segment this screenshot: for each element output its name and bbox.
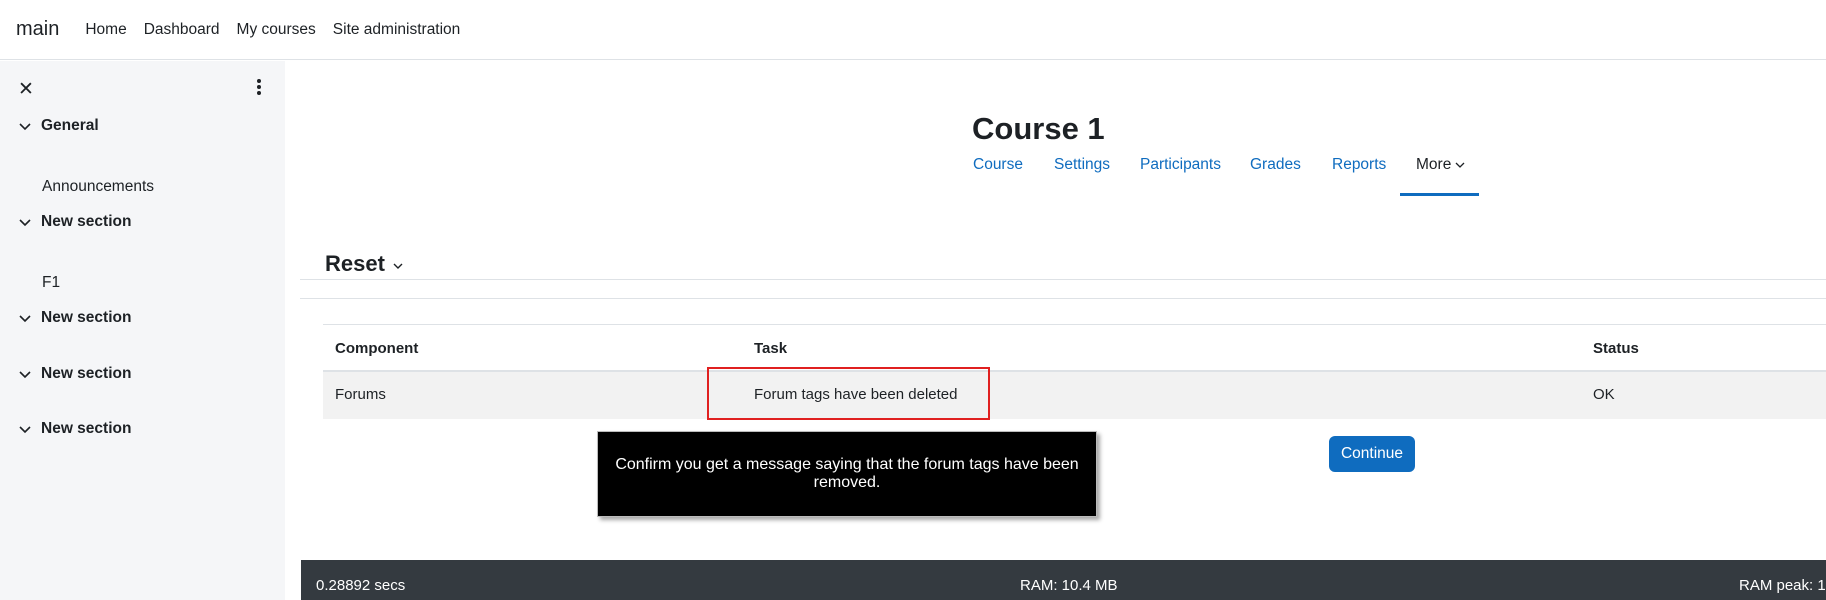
nav-dashboard[interactable]: Dashboard: [144, 21, 220, 39]
chevron-down-icon: [19, 426, 31, 434]
tab-settings[interactable]: Settings: [1054, 156, 1110, 174]
section-new-1[interactable]: New section: [18, 213, 131, 231]
nav-home[interactable]: Home: [85, 21, 126, 39]
section-general[interactable]: General: [18, 117, 99, 135]
activity-announcements[interactable]: Announcements: [42, 178, 154, 196]
section-title: General: [41, 117, 99, 134]
instruction-tooltip: Confirm you get a message saying that th…: [597, 431, 1097, 517]
close-icon[interactable]: ✕: [18, 78, 34, 101]
kebab-menu-icon[interactable]: [254, 77, 264, 97]
nav-my-courses[interactable]: My courses: [237, 21, 316, 39]
column-header-status: Status: [1593, 340, 1639, 357]
cell-status: OK: [1593, 386, 1615, 403]
course-index-drawer: ✕ General Announcements New section F1 N…: [0, 61, 285, 600]
section-new-3[interactable]: New section: [18, 365, 131, 383]
chevron-down-icon: [1455, 162, 1465, 168]
tooltip-text: Confirm you get a message saying that th…: [615, 456, 1079, 491]
column-header-component: Component: [335, 340, 419, 357]
reset-results-table: Component Task Status Forums Forum tags …: [323, 324, 1826, 419]
chevron-down-icon: [393, 263, 403, 269]
column-header-task: Task: [754, 340, 788, 357]
table-header: Component Task Status: [323, 324, 1826, 372]
performance-footer: 0.28892 secs RAM: 10.4 MB RAM peak: 1: [301, 560, 1826, 600]
section-new-4[interactable]: New section: [18, 420, 131, 438]
tab-reports[interactable]: Reports: [1332, 156, 1386, 174]
chevron-down-icon: [19, 219, 31, 227]
table-row: Forums Forum tags have been deleted OK: [323, 372, 1826, 419]
section-title: New section: [41, 309, 132, 326]
reset-heading: Reset: [325, 251, 385, 276]
footer-time: 0.28892 secs: [316, 577, 406, 594]
footer-ram: RAM: 10.4 MB: [1020, 577, 1118, 594]
section-title: New section: [41, 420, 132, 437]
tab-participants[interactable]: Participants: [1140, 156, 1221, 174]
tab-course[interactable]: Course: [973, 156, 1023, 174]
highlight-box: [707, 367, 990, 420]
top-navbar: main Home Dashboard My courses Site admi…: [0, 0, 1826, 60]
tab-grades[interactable]: Grades: [1250, 156, 1301, 174]
reset-heading-dropdown[interactable]: Reset: [325, 251, 403, 277]
section-new-2[interactable]: New section: [18, 309, 131, 327]
main-content: Course 1 Course Settings Participants Gr…: [285, 61, 1826, 600]
tab-more[interactable]: More: [1416, 156, 1465, 174]
site-brand[interactable]: main: [16, 18, 59, 41]
section-title: New section: [41, 213, 132, 230]
section-title: New section: [41, 365, 132, 382]
chevron-down-icon: [19, 371, 31, 379]
chevron-down-icon: [19, 315, 31, 323]
activity-f1[interactable]: F1: [42, 274, 60, 292]
nav-site-administration[interactable]: Site administration: [333, 21, 461, 39]
cell-component: Forums: [335, 386, 386, 403]
page-title: Course 1: [972, 111, 1105, 146]
continue-button[interactable]: Continue: [1329, 436, 1415, 472]
tab-more-label: More: [1416, 156, 1452, 173]
footer-ram-peak: RAM peak: 1: [1739, 577, 1826, 594]
divider: [300, 298, 1826, 299]
chevron-down-icon: [19, 123, 31, 131]
